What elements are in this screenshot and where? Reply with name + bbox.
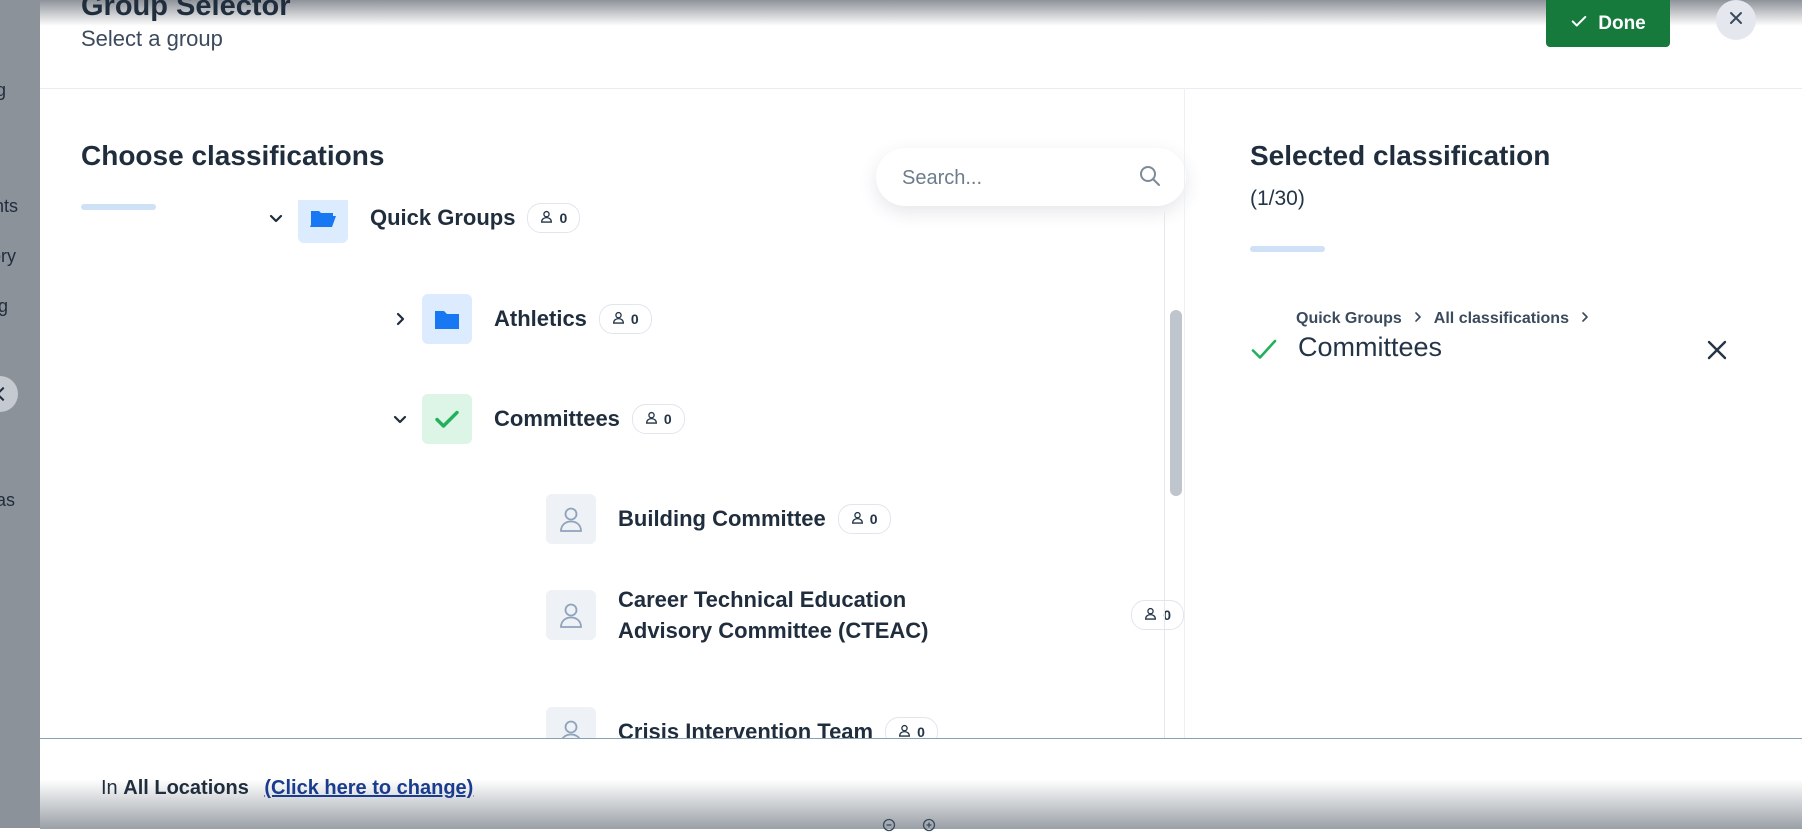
tree-item-label: Committees bbox=[494, 406, 620, 431]
person-icon bbox=[546, 590, 596, 640]
search-icon[interactable] bbox=[1138, 164, 1162, 188]
person-icon bbox=[546, 707, 596, 738]
member-count: 0 bbox=[630, 311, 639, 327]
person-icon bbox=[645, 411, 658, 427]
bg-nav-item: as bbox=[0, 490, 16, 510]
tree-item-cteac[interactable]: Career Technical Education Advisory Comm… bbox=[546, 584, 1184, 646]
bg-nav-item: tory bbox=[0, 246, 17, 266]
person-icon bbox=[540, 210, 553, 226]
person-icon bbox=[851, 511, 864, 527]
tree-scrollbar[interactable] bbox=[1170, 310, 1182, 496]
modal-footer: In All Locations (Click here to change) bbox=[40, 738, 1802, 829]
remove-selection-icon[interactable] bbox=[1704, 337, 1730, 363]
bg-nav-item: ig bbox=[0, 80, 7, 100]
tree-item-label: Crisis Intervention Team bbox=[618, 719, 874, 738]
tree-item-athletics[interactable]: Athletics 0 bbox=[388, 294, 652, 344]
person-icon bbox=[898, 724, 911, 738]
member-count-badge: 0 bbox=[598, 304, 652, 334]
location-prefix: In bbox=[101, 777, 118, 799]
tree-item-label: Quick Groups bbox=[370, 205, 516, 230]
selected-count: (1/30) bbox=[1250, 187, 1305, 210]
bg-nav-item: ents bbox=[0, 196, 19, 216]
breadcrumb-item: Quick Groups bbox=[1296, 310, 1402, 327]
close-icon bbox=[1729, 11, 1743, 30]
member-count-badge: 0 bbox=[631, 404, 685, 434]
folder-open-icon bbox=[298, 200, 348, 243]
selected-breadcrumb: Quick Groups All classifications bbox=[1296, 310, 1591, 328]
tree-item-label: Building Committee bbox=[618, 506, 826, 531]
selected-classification-name: Committees bbox=[1298, 332, 1443, 362]
breadcrumb-item: All classifications bbox=[1433, 310, 1569, 327]
member-count: 0 bbox=[663, 411, 672, 427]
classification-tree: Quick Groups 0 Athletics 0 Committees 0 … bbox=[80, 200, 1204, 738]
member-count-badge: 0 bbox=[1131, 600, 1184, 630]
chevron-down-icon[interactable] bbox=[264, 206, 288, 230]
background-app-sidebar: ig ents tory ig as bbox=[0, 0, 40, 828]
bg-nav-item: ig bbox=[0, 296, 9, 316]
scrollbar-track bbox=[1164, 212, 1165, 738]
modal-header: Group Selector Select a group Done bbox=[40, 0, 1802, 89]
chevron-down-icon[interactable] bbox=[388, 407, 412, 431]
tree-item-label: Athletics bbox=[494, 306, 587, 331]
chevron-right-icon[interactable] bbox=[388, 307, 412, 331]
location-info: In All Locations (Click here to change) bbox=[101, 777, 473, 800]
person-icon bbox=[612, 311, 625, 327]
chevron-right-icon bbox=[1412, 310, 1424, 328]
check-icon bbox=[1251, 339, 1277, 359]
group-selector-modal: Group Selector Select a group Done Choos… bbox=[40, 0, 1802, 832]
member-count: 0 bbox=[917, 724, 925, 738]
location-value: All Locations bbox=[123, 777, 249, 799]
member-count-badge: 0 bbox=[527, 203, 581, 233]
tree-item-committees[interactable]: Committees 0 bbox=[388, 394, 685, 444]
selected-classification-title: Selected classification bbox=[1250, 140, 1551, 171]
tree-item-quick-groups[interactable]: Quick Groups 0 bbox=[264, 200, 581, 243]
chevron-right-icon bbox=[1579, 310, 1591, 328]
sidebar-collapse-button bbox=[0, 376, 18, 412]
done-button[interactable]: Done bbox=[1546, 0, 1670, 47]
tree-item-crisis-intervention-team[interactable]: Crisis Intervention Team 0 bbox=[546, 707, 938, 738]
done-button-label: Done bbox=[1598, 12, 1646, 34]
change-location-link[interactable]: (Click here to change) bbox=[264, 777, 473, 799]
search-input[interactable] bbox=[900, 162, 1124, 194]
folder-icon bbox=[422, 294, 472, 344]
checkmark-icon bbox=[1570, 12, 1588, 36]
person-icon bbox=[546, 494, 596, 544]
zoom-in-icon[interactable] bbox=[922, 818, 936, 832]
member-count: 0 bbox=[869, 511, 878, 527]
tree-item-building-committee[interactable]: Building Committee 0 bbox=[546, 494, 891, 544]
member-count-badge: 0 bbox=[837, 504, 891, 534]
choose-classifications-title: Choose classifications bbox=[81, 140, 385, 171]
tree-item-label: Career Technical Education Advisory Comm… bbox=[618, 587, 929, 643]
member-count-badge: 0 bbox=[885, 717, 938, 738]
title-underline bbox=[1250, 246, 1325, 252]
modal-subtitle: Select a group bbox=[81, 26, 223, 51]
close-modal-button[interactable] bbox=[1716, 0, 1756, 40]
panel-divider bbox=[1184, 88, 1185, 738]
modal-title: Group Selector bbox=[81, 0, 291, 22]
member-count: 0 bbox=[559, 210, 568, 226]
check-icon bbox=[422, 394, 472, 444]
person-icon bbox=[1144, 607, 1157, 623]
zoom-out-icon[interactable] bbox=[882, 818, 896, 832]
